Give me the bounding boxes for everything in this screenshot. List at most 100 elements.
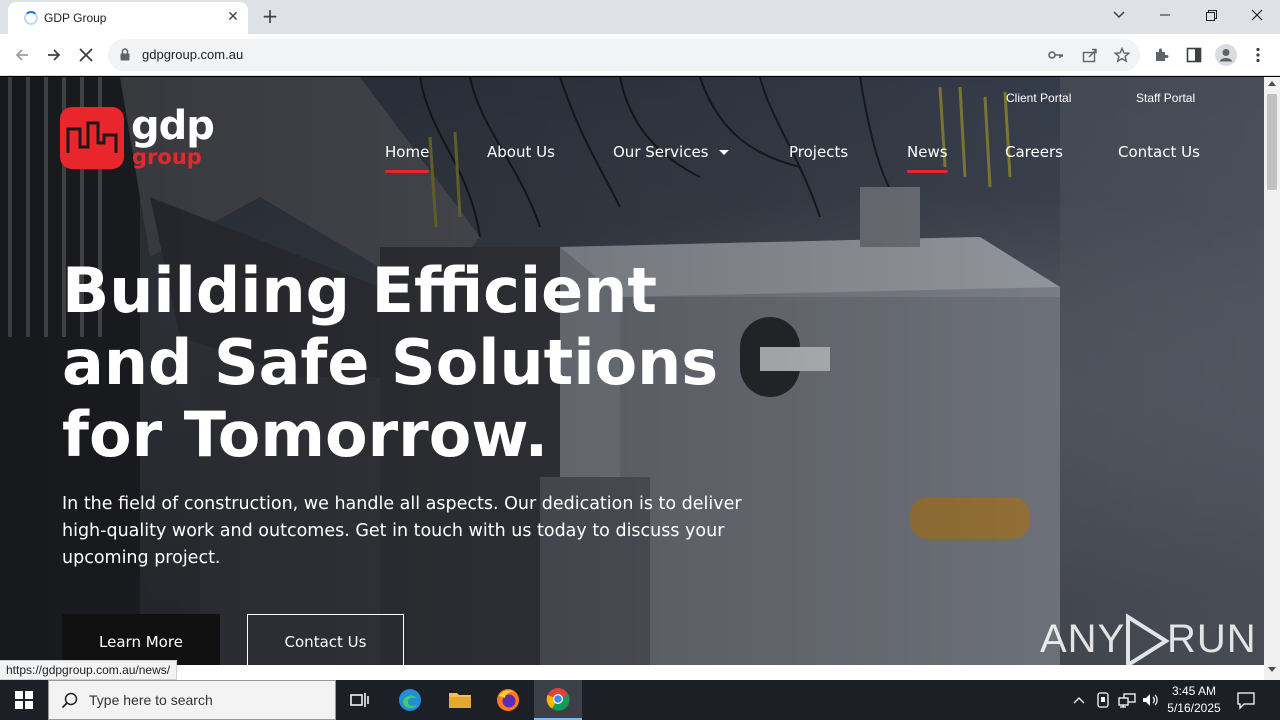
speaker-icon bbox=[1143, 694, 1158, 706]
scrollbar-thumb[interactable] bbox=[1267, 94, 1277, 190]
hero-title-line: Building Efficient bbox=[62, 254, 657, 327]
device-icon bbox=[1097, 692, 1109, 708]
task-view-icon bbox=[350, 693, 369, 707]
caret-down-icon bbox=[718, 150, 729, 155]
share-button[interactable] bbox=[1080, 45, 1100, 65]
nav-contact[interactable]: Contact Us bbox=[1118, 143, 1200, 161]
watermark-text-any: ANY bbox=[1040, 617, 1126, 661]
task-view-button[interactable] bbox=[336, 680, 384, 720]
edge-icon bbox=[399, 689, 421, 711]
url-text[interactable]: gdpgroup.com.au bbox=[142, 47, 243, 62]
nav-home[interactable]: Home bbox=[385, 143, 430, 173]
page-viewport: gdp group Client Portal Staff Portal Hom… bbox=[0, 77, 1264, 665]
taskbar-edge[interactable] bbox=[386, 680, 434, 720]
back-button[interactable] bbox=[10, 43, 34, 67]
tab-search-button[interactable] bbox=[1096, 0, 1142, 30]
tray-app-icon[interactable] bbox=[1094, 691, 1112, 709]
nav-projects[interactable]: Projects bbox=[789, 143, 848, 161]
forward-button[interactable] bbox=[42, 43, 66, 67]
taskbar-file-explorer[interactable] bbox=[436, 680, 484, 720]
network-icon bbox=[1118, 693, 1136, 708]
taskbar-search-box[interactable]: Type here to search bbox=[48, 680, 336, 720]
tab-strip: GDP Group ✕ + bbox=[0, 0, 1280, 34]
chrome-icon bbox=[546, 688, 570, 711]
address-bar[interactable]: gdpgroup.com.au bbox=[108, 39, 1140, 71]
restore-button[interactable] bbox=[1188, 0, 1234, 30]
chevron-down-icon bbox=[1113, 11, 1125, 19]
link-status-bubble: https://gdpgroup.com.au/news/ bbox=[0, 660, 178, 680]
bookmark-button[interactable] bbox=[1112, 45, 1132, 65]
scroll-down-icon[interactable] bbox=[1268, 667, 1276, 672]
action-center-button[interactable] bbox=[1236, 690, 1256, 714]
hero-description: In the field of construction, we handle … bbox=[62, 494, 742, 568]
search-placeholder: Type here to search bbox=[89, 692, 213, 708]
nav-news[interactable]: News bbox=[907, 143, 948, 173]
close-tab-icon[interactable]: ✕ bbox=[224, 8, 242, 26]
scroll-up-icon[interactable] bbox=[1268, 81, 1276, 86]
play-icon bbox=[1126, 613, 1170, 665]
notification-icon bbox=[1237, 692, 1255, 710]
staff-portal-link[interactable]: Staff Portal bbox=[1136, 91, 1195, 105]
windows-logo-icon bbox=[15, 691, 33, 709]
minimize-button[interactable] bbox=[1142, 0, 1188, 30]
hero-title-line: and Safe Solutions bbox=[62, 326, 719, 399]
chrome-menu-button[interactable] bbox=[1246, 43, 1270, 67]
clock-time: 3:45 AM bbox=[1171, 684, 1217, 698]
logo-text-gdp: gdp bbox=[131, 103, 215, 149]
nav-our-services-label: Our Services bbox=[613, 143, 709, 161]
start-button[interactable] bbox=[0, 680, 48, 720]
password-key-button[interactable] bbox=[1046, 45, 1066, 65]
page-bottom-strip bbox=[0, 665, 1264, 680]
nav-careers[interactable]: Careers bbox=[1005, 143, 1063, 161]
restore-icon bbox=[1205, 9, 1217, 21]
taskbar-chrome[interactable] bbox=[534, 680, 582, 720]
arrow-left-icon bbox=[15, 49, 28, 61]
puzzle-icon bbox=[1156, 48, 1169, 61]
extensions-button[interactable] bbox=[1150, 43, 1174, 67]
show-hidden-icons-button[interactable] bbox=[1070, 691, 1088, 709]
hero-title: Building Efficient and Safe Solutions fo… bbox=[62, 255, 822, 471]
star-icon bbox=[1114, 47, 1130, 63]
side-panel-button[interactable] bbox=[1182, 43, 1206, 67]
client-portal-link[interactable]: Client Portal bbox=[1006, 91, 1071, 105]
volume-button[interactable] bbox=[1142, 691, 1160, 709]
loading-spinner-icon bbox=[24, 11, 38, 25]
browser-toolbar: gdpgroup.com.au bbox=[0, 34, 1280, 76]
logo-text-group: group bbox=[132, 145, 202, 169]
minimize-icon bbox=[1160, 14, 1170, 16]
clock-date: 5/16/2025 bbox=[1167, 701, 1221, 715]
taskbar-firefox[interactable] bbox=[484, 680, 532, 720]
close-icon bbox=[79, 48, 93, 62]
watermark-text-run: RUN bbox=[1167, 617, 1257, 661]
search-icon bbox=[61, 692, 78, 709]
key-icon bbox=[1048, 51, 1063, 59]
avatar-icon bbox=[1215, 44, 1237, 66]
close-icon bbox=[1251, 9, 1263, 21]
tab-title: GDP Group bbox=[44, 11, 107, 25]
anyrun-watermark: ANY RUN bbox=[1040, 609, 1256, 665]
arrow-right-icon bbox=[48, 49, 61, 61]
chevron-up-icon bbox=[1073, 697, 1085, 704]
new-tab-button[interactable]: + bbox=[258, 5, 282, 29]
site-logo[interactable]: gdp group bbox=[60, 103, 220, 173]
profile-button[interactable] bbox=[1214, 43, 1238, 67]
stop-loading-button[interactable] bbox=[74, 43, 98, 67]
kebab-menu-icon bbox=[1256, 47, 1260, 63]
nav-about[interactable]: About Us bbox=[487, 143, 555, 161]
network-button[interactable] bbox=[1118, 691, 1136, 709]
side-panel-icon bbox=[1186, 47, 1202, 63]
taskbar-clock[interactable]: 3:45 AM 5/16/2025 bbox=[1163, 683, 1225, 717]
page-scrollbar[interactable] bbox=[1264, 77, 1280, 680]
browser-tab[interactable]: GDP Group ✕ bbox=[8, 2, 248, 34]
hero-title-line: for Tomorrow. bbox=[62, 398, 549, 471]
lock-icon bbox=[120, 48, 130, 61]
windows-taskbar: Type here to search 3:45 AM 5/16/2025 bbox=[0, 680, 1280, 720]
firefox-icon bbox=[497, 689, 519, 711]
folder-icon bbox=[449, 693, 471, 708]
close-window-button[interactable] bbox=[1234, 0, 1280, 30]
nav-our-services[interactable]: Our Services bbox=[613, 143, 729, 161]
logo-mark-icon bbox=[60, 107, 124, 169]
learn-more-button[interactable]: Learn More bbox=[62, 614, 220, 665]
contact-us-button[interactable]: Contact Us bbox=[247, 614, 404, 665]
share-icon bbox=[1082, 48, 1097, 63]
